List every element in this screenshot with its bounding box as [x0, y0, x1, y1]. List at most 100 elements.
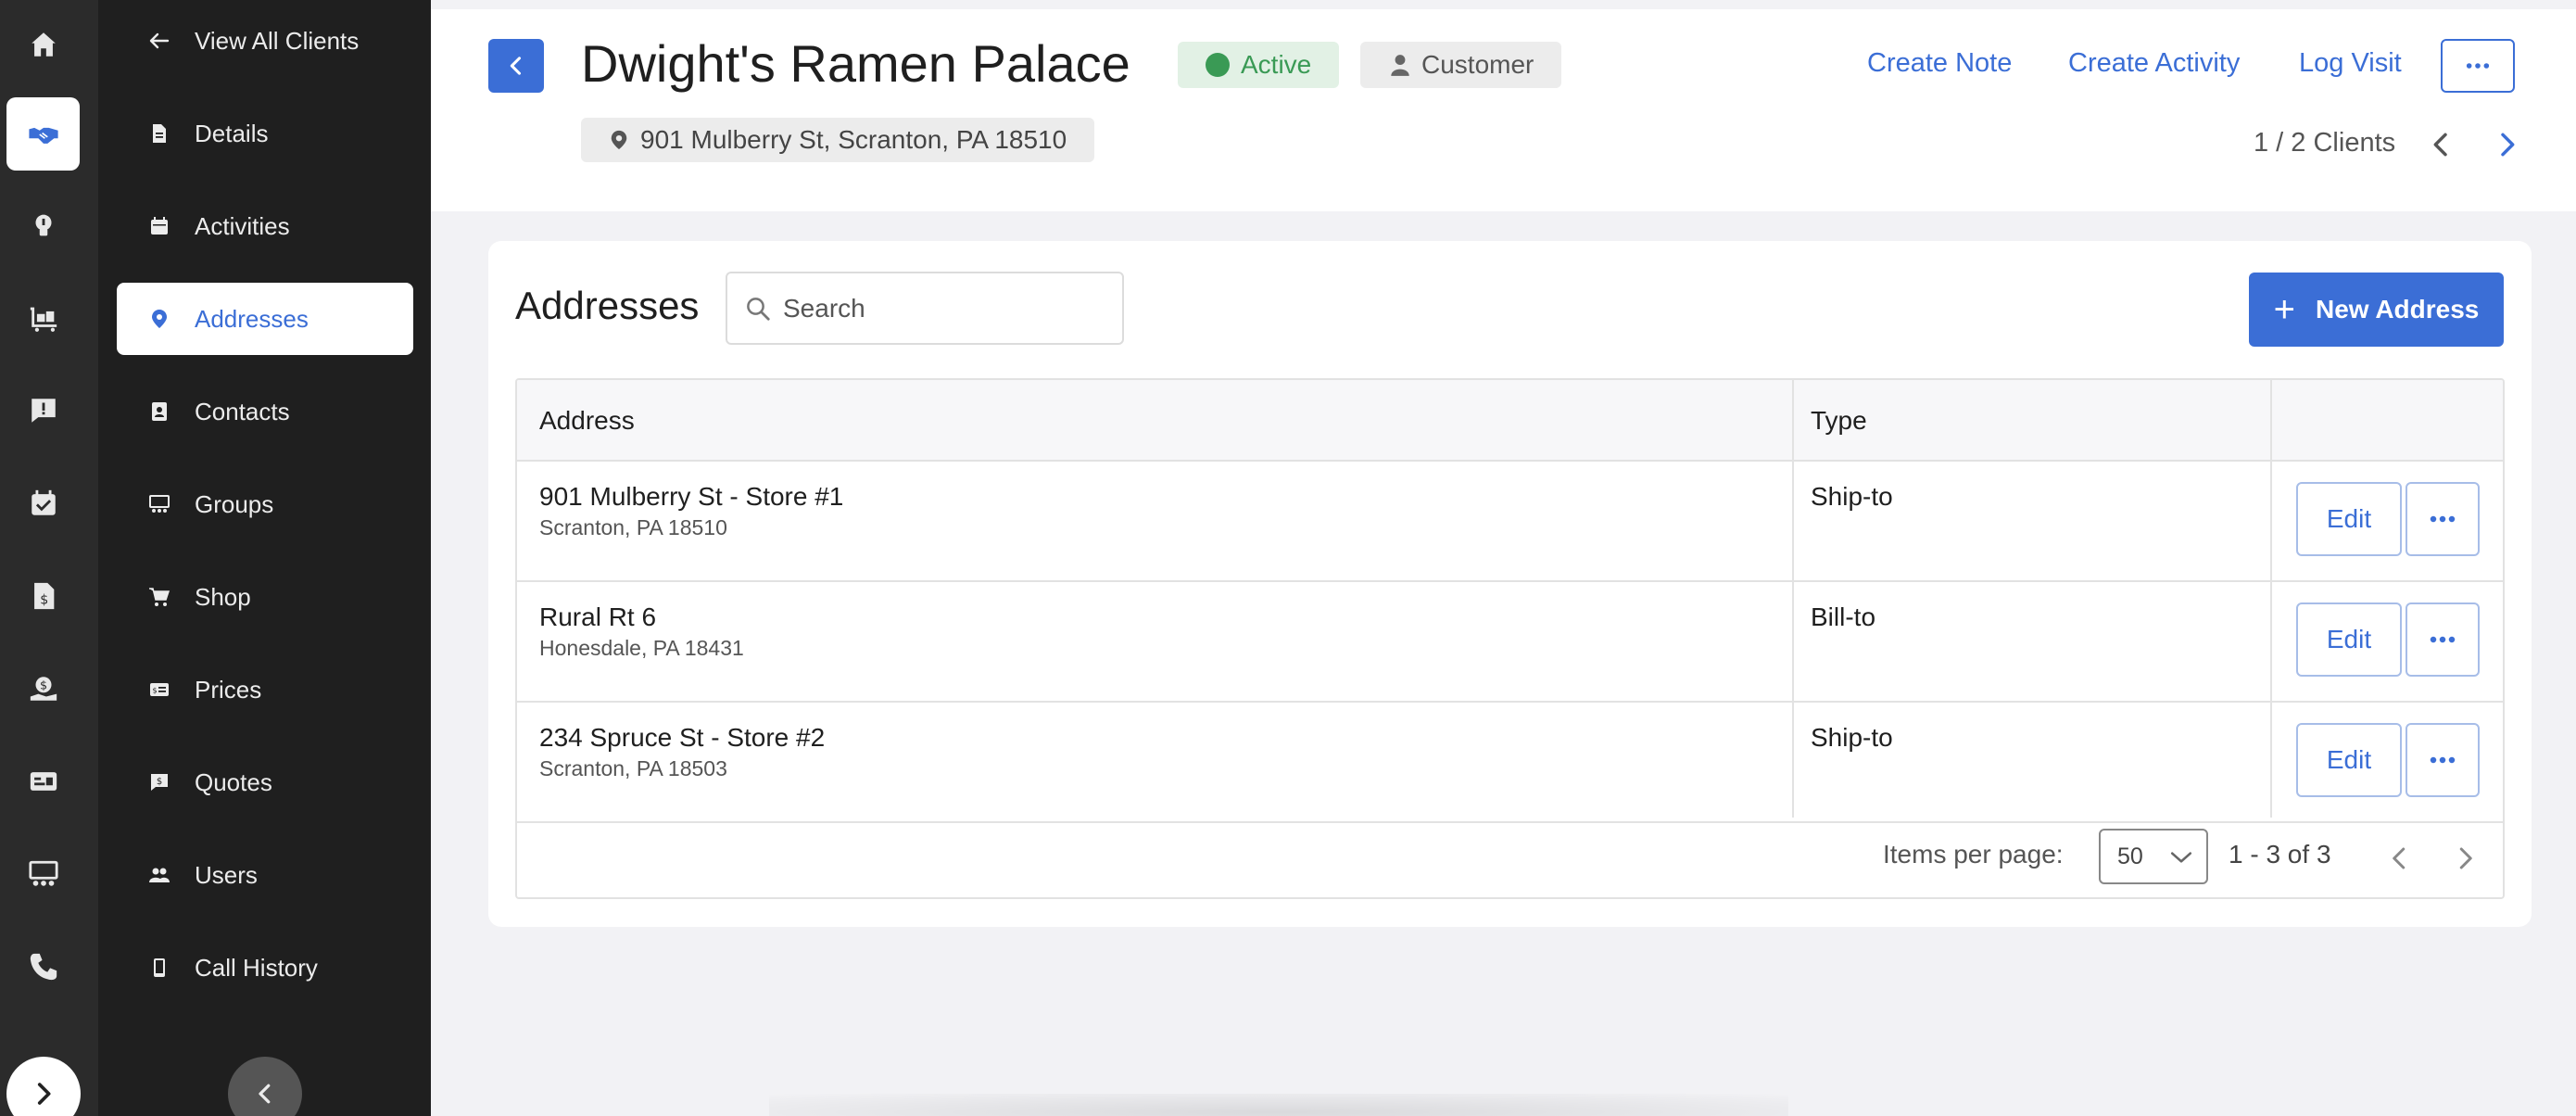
- menu-item-label: View All Clients: [195, 26, 360, 55]
- addresses-table: Address Type 901 Mulberry St - Store #1 …: [515, 378, 2505, 899]
- address-type: Ship-to: [1811, 482, 1893, 511]
- ellipsis-icon: [2430, 756, 2456, 764]
- row-actions-button[interactable]: [2406, 602, 2480, 677]
- menu-item-contacts[interactable]: Contacts: [117, 375, 413, 448]
- svg-text:$: $: [40, 592, 48, 607]
- menu-item-label: Addresses: [195, 304, 309, 333]
- address-line1: Rural Rt 6: [539, 602, 657, 631]
- next-page-button[interactable]: [2446, 840, 2483, 877]
- id-card-icon[interactable]: [6, 744, 80, 818]
- table-pagination: Items per page: 50 1 - 3 of 3: [517, 818, 2503, 897]
- handshake-icon[interactable]: [6, 97, 80, 171]
- row-actions-button[interactable]: [2406, 482, 2480, 556]
- location-pin-icon: [152, 310, 167, 328]
- chevron-right-icon: [2459, 847, 2472, 869]
- warehouse-cart-icon[interactable]: [6, 281, 80, 354]
- menu-item-label: Contacts: [195, 397, 290, 425]
- person-icon: [1391, 55, 1409, 76]
- log-visit-link[interactable]: Log Visit: [2299, 48, 2402, 79]
- collapse-menu-button[interactable]: [228, 1057, 302, 1116]
- menu-item-label: Quotes: [195, 767, 272, 796]
- back-button[interactable]: [488, 39, 544, 93]
- next-client-button[interactable]: [2488, 126, 2525, 163]
- address-label: 901 Mulberry St, Scranton, PA 18510: [640, 125, 1067, 154]
- items-per-page-select[interactable]: 50: [2099, 829, 2208, 884]
- chat-alert-icon[interactable]: [6, 374, 80, 447]
- users-icon: [149, 868, 170, 882]
- previous-client-button[interactable]: [2423, 126, 2460, 163]
- search-icon: [747, 297, 770, 321]
- pagination-range: 1 - 3 of 3: [2229, 840, 2331, 869]
- new-address-label: New Address: [2316, 295, 2480, 323]
- previous-page-button[interactable]: [2381, 840, 2418, 877]
- edit-button[interactable]: Edit: [2296, 602, 2402, 677]
- quote-icon: $: [151, 774, 168, 791]
- search-input[interactable]: Search: [726, 272, 1124, 345]
- menu-item-label: Groups: [195, 489, 274, 518]
- ellipsis-icon: [2430, 636, 2456, 643]
- home-icon[interactable]: [6, 7, 80, 81]
- phone-device-icon: [154, 958, 165, 977]
- address-line2: Scranton, PA 18510: [539, 515, 727, 539]
- edit-button[interactable]: Edit: [2296, 723, 2402, 797]
- presentation-icon[interactable]: [6, 837, 80, 910]
- address-chip: 901 Mulberry St, Scranton, PA 18510: [581, 118, 1095, 162]
- address-type: Ship-to: [1811, 723, 1893, 752]
- menu-item-prices[interactable]: $ Prices: [117, 653, 413, 726]
- plus-icon: +: [2273, 289, 2295, 330]
- calendar-check-icon[interactable]: [6, 466, 80, 539]
- svg-text:$: $: [152, 687, 157, 695]
- money-hand-icon[interactable]: $: [6, 652, 80, 725]
- section-title: Addresses: [515, 284, 700, 327]
- location-pin-icon: [611, 130, 627, 150]
- menu-item-addresses[interactable]: Addresses: [117, 283, 413, 355]
- new-address-button[interactable]: + New Address: [2249, 273, 2504, 347]
- view-all-clients-link[interactable]: View All Clients: [117, 5, 413, 77]
- client-pager: 1 / 2 Clients: [2254, 128, 2396, 158]
- menu-item-quotes[interactable]: $ Quotes: [117, 746, 413, 818]
- create-note-link[interactable]: Create Note: [1867, 48, 2012, 79]
- column-header-address: Address: [539, 406, 635, 435]
- chevron-left-icon: [510, 57, 522, 75]
- ellipsis-icon: [2466, 63, 2490, 69]
- menu-item-label: Users: [195, 860, 258, 889]
- address-line2: Honesdale, PA 18431: [539, 636, 744, 660]
- address-line2: Scranton, PA 18503: [539, 756, 727, 780]
- client-header: Dwight's Ramen Palace Active Customer 90…: [431, 9, 2576, 211]
- address-line1: 234 Spruce St - Store #2: [539, 723, 826, 752]
- table-row: 901 Mulberry St - Store #1 Scranton, PA …: [517, 462, 2503, 582]
- document-icon: [153, 124, 166, 143]
- menu-item-call-history[interactable]: Call History: [117, 932, 413, 1004]
- menu-item-label: Activities: [195, 211, 290, 240]
- search-placeholder: Search: [783, 293, 865, 323]
- role-label: Customer: [1421, 50, 1534, 79]
- contact-card-icon: [152, 402, 167, 421]
- row-actions-button[interactable]: [2406, 723, 2480, 797]
- invoice-icon[interactable]: $: [6, 559, 80, 632]
- svg-text:$: $: [39, 678, 46, 692]
- lightbulb-icon[interactable]: [6, 188, 80, 261]
- client-menu: View All Clients Details Activities Addr…: [98, 0, 431, 1116]
- menu-item-activities[interactable]: Activities: [117, 190, 413, 262]
- menu-item-shop[interactable]: Shop: [117, 561, 413, 633]
- items-per-page-value: 50: [2117, 843, 2143, 869]
- page-title: Dwight's Ramen Palace: [581, 34, 1130, 93]
- chevron-down-icon: [2170, 852, 2192, 863]
- menu-item-groups[interactable]: Groups: [117, 468, 413, 540]
- menu-item-users[interactable]: Users: [117, 839, 413, 911]
- column-header-type: Type: [1811, 406, 1867, 435]
- chevron-right-icon: [2501, 133, 2515, 157]
- table-row: Rural Rt 6 Honesdale, PA 18431 Bill-to E…: [517, 582, 2503, 703]
- more-actions-button[interactable]: [2441, 39, 2515, 93]
- status-dot-icon: [1206, 53, 1230, 77]
- menu-item-details[interactable]: Details: [117, 97, 413, 170]
- svg-text:$: $: [157, 777, 162, 787]
- create-activity-link[interactable]: Create Activity: [2068, 48, 2240, 79]
- expand-sidebar-button[interactable]: [6, 1057, 81, 1116]
- phone-icon[interactable]: [6, 930, 80, 1003]
- edit-button[interactable]: Edit: [2296, 482, 2402, 556]
- table-row: 234 Spruce St - Store #2 Scranton, PA 18…: [517, 703, 2503, 823]
- icon-rail: $ $: [0, 0, 98, 1116]
- chevron-left-icon: [259, 1084, 271, 1104]
- items-per-page-label: Items per page:: [1883, 840, 2064, 869]
